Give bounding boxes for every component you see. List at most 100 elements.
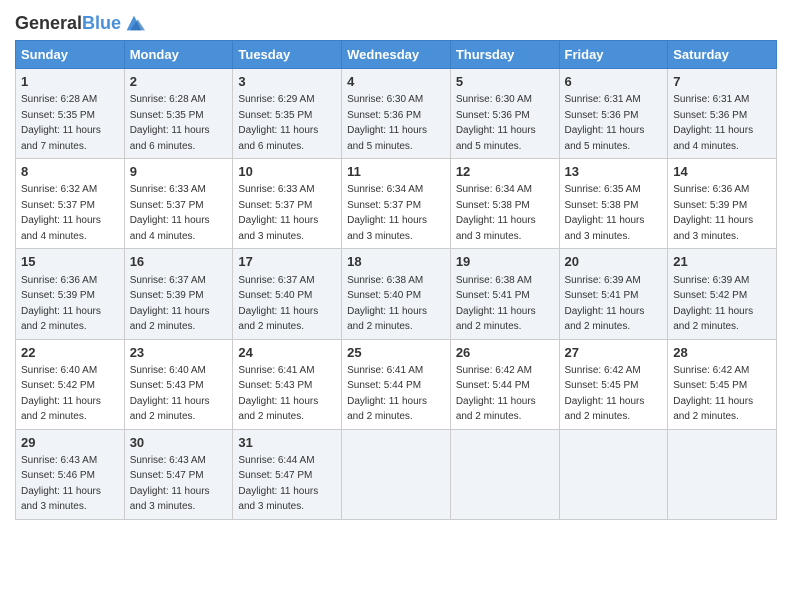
day-number: 16	[130, 253, 228, 271]
day-info: Sunrise: 6:44 AMSunset: 5:47 PMDaylight:…	[238, 455, 318, 513]
day-cell: 24 Sunrise: 6:41 AMSunset: 5:43 PMDayligh…	[233, 339, 342, 429]
day-number: 25	[347, 344, 445, 362]
day-info: Sunrise: 6:43 AMSunset: 5:46 PMDaylight:…	[21, 455, 101, 513]
day-info: Sunrise: 6:39 AMSunset: 5:41 PMDaylight:…	[565, 275, 645, 333]
day-info: Sunrise: 6:36 AMSunset: 5:39 PMDaylight:…	[21, 275, 101, 333]
day-info: Sunrise: 6:40 AMSunset: 5:42 PMDaylight:…	[21, 365, 101, 423]
day-cell: 27 Sunrise: 6:42 AMSunset: 5:45 PMDayligh…	[559, 339, 668, 429]
week-row-2: 8Sunrise: 6:32 AMSunset: 5:37 PMDaylight…	[16, 159, 777, 249]
day-info: Sunrise: 6:43 AMSunset: 5:47 PMDaylight:…	[130, 455, 210, 513]
day-number: 4	[347, 73, 445, 91]
day-number: 2	[130, 73, 228, 91]
day-number: 6	[565, 73, 663, 91]
day-number: 24	[238, 344, 336, 362]
logo-icon	[123, 12, 145, 34]
header-thursday: Thursday	[450, 41, 559, 69]
day-info: Sunrise: 6:38 AMSunset: 5:41 PMDaylight:…	[456, 275, 536, 333]
header-saturday: Saturday	[668, 41, 777, 69]
day-number: 27	[565, 344, 663, 362]
page-header: GeneralBlue	[15, 10, 777, 34]
day-cell: 15 Sunrise: 6:36 AMSunset: 5:39 PMDayligh…	[16, 249, 125, 339]
day-number: 12	[456, 163, 554, 181]
day-cell: 7 Sunrise: 6:31 AMSunset: 5:36 PMDaylight…	[668, 69, 777, 159]
day-info: Sunrise: 6:33 AMSunset: 5:37 PMDaylight:…	[238, 184, 318, 242]
day-number: 20	[565, 253, 663, 271]
day-number: 19	[456, 253, 554, 271]
day-info: Sunrise: 6:30 AMSunset: 5:36 PMDaylight:…	[456, 94, 536, 152]
day-cell: 1 Sunrise: 6:28 AMSunset: 5:35 PMDaylight…	[16, 69, 125, 159]
day-cell: 17 Sunrise: 6:37 AMSunset: 5:40 PMDayligh…	[233, 249, 342, 339]
day-cell: 14 Sunrise: 6:36 AMSunset: 5:39 PMDayligh…	[668, 159, 777, 249]
day-info: Sunrise: 6:37 AMSunset: 5:40 PMDaylight:…	[238, 275, 318, 333]
week-row-3: 15 Sunrise: 6:36 AMSunset: 5:39 PMDayligh…	[16, 249, 777, 339]
day-cell	[342, 429, 451, 519]
day-cell: 21Sunrise: 6:39 AMSunset: 5:42 PMDayligh…	[668, 249, 777, 339]
header-monday: Monday	[124, 41, 233, 69]
day-info: Sunrise: 6:28 AMSunset: 5:35 PMDaylight:…	[130, 94, 210, 152]
day-info: Sunrise: 6:28 AMSunset: 5:35 PMDaylight:…	[21, 94, 101, 152]
header-wednesday: Wednesday	[342, 41, 451, 69]
day-cell: 25Sunrise: 6:41 AMSunset: 5:44 PMDayligh…	[342, 339, 451, 429]
day-cell: 10 Sunrise: 6:33 AMSunset: 5:37 PMDayligh…	[233, 159, 342, 249]
day-cell: 31 Sunrise: 6:44 AMSunset: 5:47 PMDayligh…	[233, 429, 342, 519]
day-info: Sunrise: 6:35 AMSunset: 5:38 PMDaylight:…	[565, 184, 645, 242]
day-cell: 12 Sunrise: 6:34 AMSunset: 5:38 PMDayligh…	[450, 159, 559, 249]
day-info: Sunrise: 6:33 AMSunset: 5:37 PMDaylight:…	[130, 184, 210, 242]
day-info: Sunrise: 6:40 AMSunset: 5:43 PMDaylight:…	[130, 365, 210, 423]
day-number: 13	[565, 163, 663, 181]
day-number: 17	[238, 253, 336, 271]
day-number: 26	[456, 344, 554, 362]
calendar-table: SundayMondayTuesdayWednesdayThursdayFrid…	[15, 40, 777, 520]
day-number: 3	[238, 73, 336, 91]
header-friday: Friday	[559, 41, 668, 69]
header-sunday: Sunday	[16, 41, 125, 69]
day-cell	[559, 429, 668, 519]
day-number: 5	[456, 73, 554, 91]
day-cell	[450, 429, 559, 519]
day-info: Sunrise: 6:31 AMSunset: 5:36 PMDaylight:…	[673, 94, 753, 152]
day-cell: 8Sunrise: 6:32 AMSunset: 5:37 PMDaylight…	[16, 159, 125, 249]
day-info: Sunrise: 6:41 AMSunset: 5:43 PMDaylight:…	[238, 365, 318, 423]
day-number: 1	[21, 73, 119, 91]
day-info: Sunrise: 6:38 AMSunset: 5:40 PMDaylight:…	[347, 275, 427, 333]
day-info: Sunrise: 6:42 AMSunset: 5:44 PMDaylight:…	[456, 365, 536, 423]
day-cell: 3 Sunrise: 6:29 AMSunset: 5:35 PMDaylight…	[233, 69, 342, 159]
day-cell: 4 Sunrise: 6:30 AMSunset: 5:36 PMDaylight…	[342, 69, 451, 159]
day-number: 7	[673, 73, 771, 91]
day-cell: 23Sunrise: 6:40 AMSunset: 5:43 PMDayligh…	[124, 339, 233, 429]
logo: GeneralBlue	[15, 14, 145, 34]
day-info: Sunrise: 6:39 AMSunset: 5:42 PMDaylight:…	[673, 275, 753, 333]
day-info: Sunrise: 6:34 AMSunset: 5:37 PMDaylight:…	[347, 184, 427, 242]
day-number: 28	[673, 344, 771, 362]
header-row: SundayMondayTuesdayWednesdayThursdayFrid…	[16, 41, 777, 69]
day-cell: 29Sunrise: 6:43 AMSunset: 5:46 PMDayligh…	[16, 429, 125, 519]
day-cell: 26 Sunrise: 6:42 AMSunset: 5:44 PMDayligh…	[450, 339, 559, 429]
day-cell: 5 Sunrise: 6:30 AMSunset: 5:36 PMDaylight…	[450, 69, 559, 159]
day-number: 18	[347, 253, 445, 271]
day-cell	[668, 429, 777, 519]
logo-text: GeneralBlue	[15, 14, 121, 34]
day-number: 14	[673, 163, 771, 181]
day-info: Sunrise: 6:37 AMSunset: 5:39 PMDaylight:…	[130, 275, 210, 333]
day-cell: 16 Sunrise: 6:37 AMSunset: 5:39 PMDayligh…	[124, 249, 233, 339]
day-info: Sunrise: 6:34 AMSunset: 5:38 PMDaylight:…	[456, 184, 536, 242]
day-number: 9	[130, 163, 228, 181]
day-info: Sunrise: 6:29 AMSunset: 5:35 PMDaylight:…	[238, 94, 318, 152]
day-cell: 20 Sunrise: 6:39 AMSunset: 5:41 PMDayligh…	[559, 249, 668, 339]
week-row-1: 1 Sunrise: 6:28 AMSunset: 5:35 PMDaylight…	[16, 69, 777, 159]
day-cell: 9 Sunrise: 6:33 AMSunset: 5:37 PMDaylight…	[124, 159, 233, 249]
day-cell: 13 Sunrise: 6:35 AMSunset: 5:38 PMDayligh…	[559, 159, 668, 249]
day-info: Sunrise: 6:42 AMSunset: 5:45 PMDaylight:…	[565, 365, 645, 423]
day-cell: 19 Sunrise: 6:38 AMSunset: 5:41 PMDayligh…	[450, 249, 559, 339]
day-info: Sunrise: 6:42 AMSunset: 5:45 PMDaylight:…	[673, 365, 753, 423]
week-row-5: 29Sunrise: 6:43 AMSunset: 5:46 PMDayligh…	[16, 429, 777, 519]
day-info: Sunrise: 6:36 AMSunset: 5:39 PMDaylight:…	[673, 184, 753, 242]
day-info: Sunrise: 6:30 AMSunset: 5:36 PMDaylight:…	[347, 94, 427, 152]
day-cell: 11 Sunrise: 6:34 AMSunset: 5:37 PMDayligh…	[342, 159, 451, 249]
day-number: 10	[238, 163, 336, 181]
day-cell: 22Sunrise: 6:40 AMSunset: 5:42 PMDayligh…	[16, 339, 125, 429]
week-row-4: 22Sunrise: 6:40 AMSunset: 5:42 PMDayligh…	[16, 339, 777, 429]
day-number: 15	[21, 253, 119, 271]
day-number: 11	[347, 163, 445, 181]
day-number: 31	[238, 434, 336, 452]
